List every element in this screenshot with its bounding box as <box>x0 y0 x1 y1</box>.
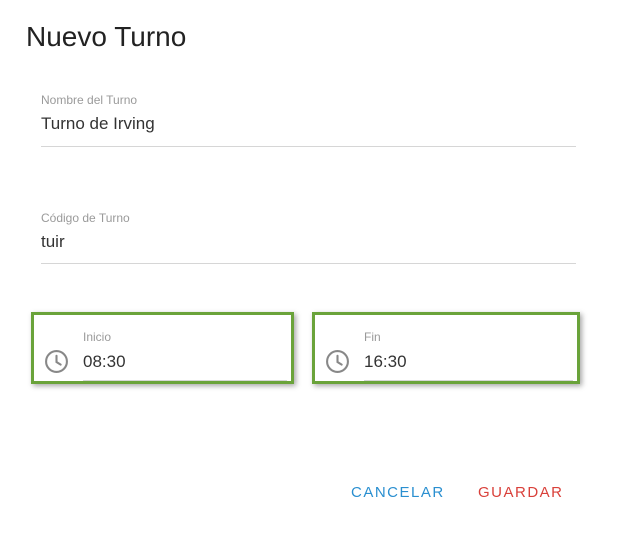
shift-code-input[interactable]: tuir <box>41 230 576 256</box>
cancel-button[interactable]: CANCELAR <box>351 482 445 504</box>
shift-code-label: Código de Turno <box>41 211 130 225</box>
end-time-label: Fin <box>364 330 381 344</box>
shift-code-field[interactable]: Código de Turno tuir <box>41 211 576 264</box>
end-time-input-area[interactable]: Fin 16:30 <box>364 330 573 381</box>
dialog-title: Nuevo Turno <box>26 21 187 52</box>
start-time-input[interactable]: 08:30 <box>83 350 287 374</box>
end-time-input[interactable]: 16:30 <box>364 350 573 374</box>
clock-icon <box>326 350 349 373</box>
end-time-picker[interactable]: Fin 16:30 <box>312 312 580 384</box>
start-time-label: Inicio <box>83 330 112 344</box>
shift-name-label: Nombre del Turno <box>41 93 138 107</box>
shift-name-field[interactable]: Nombre del Turno Turno de Irving <box>41 93 576 147</box>
new-shift-dialog: Nuevo Turno Nombre del Turno Turno de Ir… <box>0 0 618 534</box>
start-time-picker[interactable]: Inicio 08:30 <box>31 312 294 384</box>
shift-name-input[interactable]: Turno de Irving <box>41 112 576 138</box>
save-button[interactable]: GUARDAR <box>478 482 564 504</box>
clock-icon <box>45 350 68 373</box>
start-time-input-area[interactable]: Inicio 08:30 <box>83 330 287 381</box>
